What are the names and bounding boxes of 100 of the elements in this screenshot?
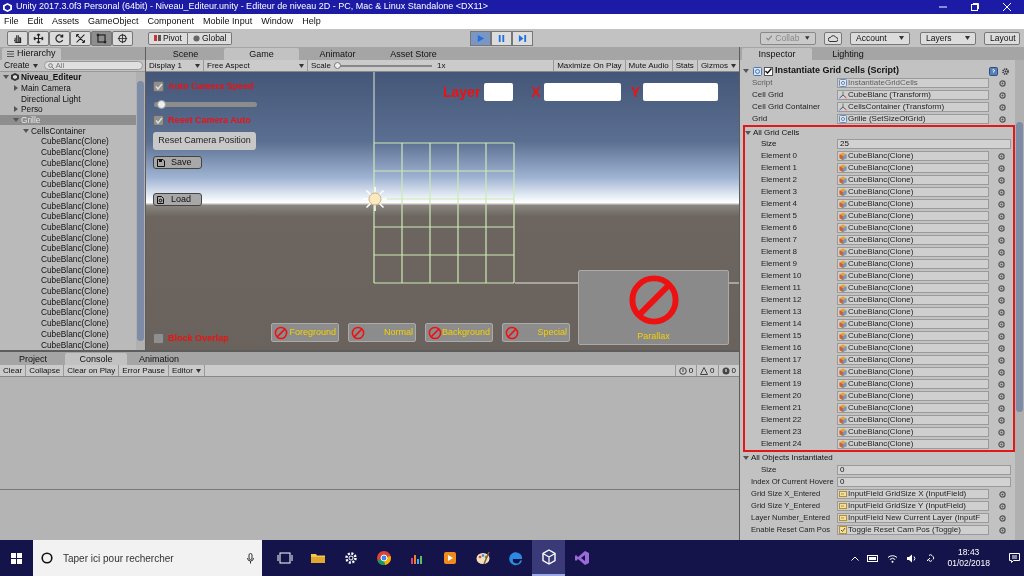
checkbox[interactable] bbox=[153, 81, 164, 93]
tree-item[interactable]: CubeBlanc(Clone) bbox=[0, 157, 136, 169]
cloud-button[interactable] bbox=[824, 31, 842, 45]
search-field[interactable]: Taper ici pour rechercher bbox=[33, 540, 262, 576]
layout-dropdown[interactable]: Layout bbox=[984, 31, 1020, 45]
tree-item[interactable]: CubeBlanc(Clone) bbox=[0, 275, 136, 286]
object-field[interactable]: InputField GridSize Y (InputField) bbox=[837, 501, 989, 511]
object-field[interactable]: CubeBlanc(Clone) bbox=[837, 175, 989, 185]
toolbar-button[interactable]: Collapse bbox=[26, 365, 65, 376]
tool-button[interactable] bbox=[7, 30, 28, 46]
expanded-arrow-icon[interactable] bbox=[3, 74, 9, 81]
object-field[interactable]: CubeBlanc(Clone) bbox=[837, 211, 989, 221]
tab[interactable]: Console bbox=[65, 353, 127, 365]
clock-date[interactable]: 01/02/2018 bbox=[947, 558, 990, 569]
expanded-arrow-icon[interactable] bbox=[743, 68, 749, 74]
menu-item[interactable]: File bbox=[4, 14, 19, 29]
menu-item[interactable]: Mobile Input bbox=[203, 14, 253, 29]
input-field[interactable] bbox=[643, 83, 719, 101]
pivot-button[interactable]: Pivot bbox=[148, 31, 188, 45]
tool-button[interactable] bbox=[112, 30, 133, 46]
object-field[interactable]: CubeBlanc(Clone) bbox=[837, 391, 989, 401]
wifi-icon[interactable] bbox=[887, 553, 899, 563]
expanded-arrow-icon[interactable] bbox=[745, 129, 751, 136]
gear-icon[interactable] bbox=[1001, 66, 1010, 76]
playback-button[interactable] bbox=[491, 30, 513, 46]
scroll-thumb[interactable] bbox=[1016, 122, 1023, 412]
menu-item[interactable]: Help bbox=[302, 14, 321, 29]
tree-item[interactable]: CubeBlanc(Clone) bbox=[0, 210, 136, 222]
object-field[interactable]: CubeBlanc(Clone) bbox=[837, 331, 989, 341]
object-field[interactable]: CubeBlanc(Clone) bbox=[837, 271, 989, 281]
aspect-dropdown[interactable]: Free Aspect bbox=[204, 60, 308, 71]
slider-thumb[interactable] bbox=[334, 61, 341, 69]
account-dropdown[interactable]: Account bbox=[850, 31, 910, 45]
number-field[interactable]: 25 bbox=[837, 139, 1011, 149]
tree-item[interactable]: CubeBlanc(Clone) bbox=[0, 328, 136, 340]
chevron-up-icon[interactable] bbox=[851, 555, 860, 561]
enabled-checkbox[interactable] bbox=[764, 66, 773, 76]
toggle-button[interactable]: Maximize On Play bbox=[553, 60, 625, 71]
toggle-button[interactable]: Stats bbox=[671, 60, 697, 71]
tree-item[interactable]: CubeBlanc(Clone) bbox=[0, 189, 136, 201]
create-dropdown[interactable]: Create bbox=[2, 59, 40, 72]
tree-item[interactable]: CubeBlanc(Clone) bbox=[0, 221, 136, 233]
maximize-icon[interactable] bbox=[971, 3, 979, 11]
tree-item[interactable]: CubeBlanc(Clone) bbox=[0, 317, 136, 329]
display-dropdown[interactable]: Display 1 bbox=[146, 60, 204, 71]
help-book-icon[interactable] bbox=[989, 66, 998, 76]
object-field[interactable]: CubeBlanc(Clone) bbox=[837, 367, 989, 377]
object-field[interactable]: CubeBlanc(Clone) bbox=[837, 379, 989, 389]
object-field[interactable]: CubeBlanc(Clone) bbox=[837, 415, 989, 425]
object-field[interactable]: CubeBlanc(Clone) bbox=[837, 187, 989, 197]
tree-item[interactable]: CubeBlanc(Clone) bbox=[0, 200, 136, 211]
tab[interactable]: Inspector bbox=[742, 48, 812, 60]
menu-item[interactable]: Component bbox=[147, 14, 195, 29]
collapsed-arrow-icon[interactable] bbox=[13, 106, 19, 113]
object-field[interactable]: CubeBlanc(Clone) bbox=[837, 439, 989, 449]
object-field[interactable]: Toggle Reset Cam Pos (Toggle) bbox=[837, 525, 989, 535]
menu-item[interactable]: Window bbox=[261, 14, 294, 29]
toolbar-button[interactable]: Clear on Play bbox=[64, 365, 120, 376]
tool-button[interactable] bbox=[70, 30, 91, 46]
checkbox[interactable] bbox=[153, 114, 164, 126]
editor-dropdown[interactable]: Editor bbox=[169, 365, 205, 376]
slider-thumb[interactable] bbox=[156, 99, 166, 109]
object-field[interactable]: CubeBlanc(Clone) bbox=[837, 199, 989, 209]
number-field[interactable]: 0 bbox=[837, 465, 1011, 475]
close-icon[interactable] bbox=[1003, 3, 1011, 11]
search-field[interactable]: All bbox=[43, 61, 143, 70]
menu-item[interactable]: Edit bbox=[27, 14, 44, 29]
tree-item[interactable]: CubeBlanc(Clone) bbox=[0, 243, 136, 254]
object-field[interactable]: CellsContainer (Transform) bbox=[837, 102, 989, 112]
toolbar-button[interactable]: Error Pause bbox=[119, 365, 169, 376]
expanded-arrow-icon[interactable] bbox=[13, 117, 19, 124]
menu-item[interactable]: GameObject bbox=[88, 14, 139, 29]
menu-item[interactable]: Assets bbox=[52, 14, 80, 29]
tree-item[interactable]: CubeBlanc(Clone) bbox=[0, 168, 136, 179]
scale-slider[interactable] bbox=[334, 64, 432, 67]
object-field[interactable]: CubeBlanc(Clone) bbox=[837, 307, 989, 317]
toggle-button[interactable]: Mute Audio bbox=[624, 60, 672, 71]
input-field[interactable] bbox=[484, 83, 514, 101]
object-field[interactable]: InputField GridSize X (InputField) bbox=[837, 489, 989, 499]
collapsed-arrow-icon[interactable] bbox=[13, 85, 19, 92]
tree-item[interactable]: Perso bbox=[0, 104, 136, 115]
tab[interactable]: Game bbox=[224, 48, 299, 60]
tree-item[interactable]: CellsContainer bbox=[0, 125, 136, 137]
tool-button[interactable] bbox=[49, 30, 70, 46]
battery-icon[interactable] bbox=[867, 554, 880, 562]
toolbar-button[interactable]: Clear bbox=[0, 365, 27, 376]
clock-time[interactable]: 18:43 bbox=[958, 547, 980, 558]
expanded-arrow-icon[interactable] bbox=[23, 127, 29, 134]
tree-item[interactable]: Main Camera bbox=[0, 82, 136, 94]
object-field[interactable]: CubeBlanc(Clone) bbox=[837, 295, 989, 305]
object-field[interactable]: CubeBlanc(Clone) bbox=[837, 223, 989, 233]
tree-item[interactable]: CubeBlanc(Clone) bbox=[0, 307, 136, 318]
object-field[interactable]: Grille (SetSizeOfGrid) bbox=[837, 114, 989, 124]
taskbar-app[interactable] bbox=[532, 540, 565, 576]
object-field[interactable]: CubeBlanc(Clone) bbox=[837, 319, 989, 329]
tree-item[interactable]: CubeBlanc(Clone) bbox=[0, 296, 136, 308]
object-field[interactable]: CubeBlanc(Clone) bbox=[837, 259, 989, 269]
object-field[interactable]: CubeBlanc(Clone) bbox=[837, 403, 989, 413]
object-field[interactable]: CubeBlanc(Clone) bbox=[837, 247, 989, 257]
gizmos-dropdown[interactable]: Gizmos bbox=[696, 60, 739, 71]
